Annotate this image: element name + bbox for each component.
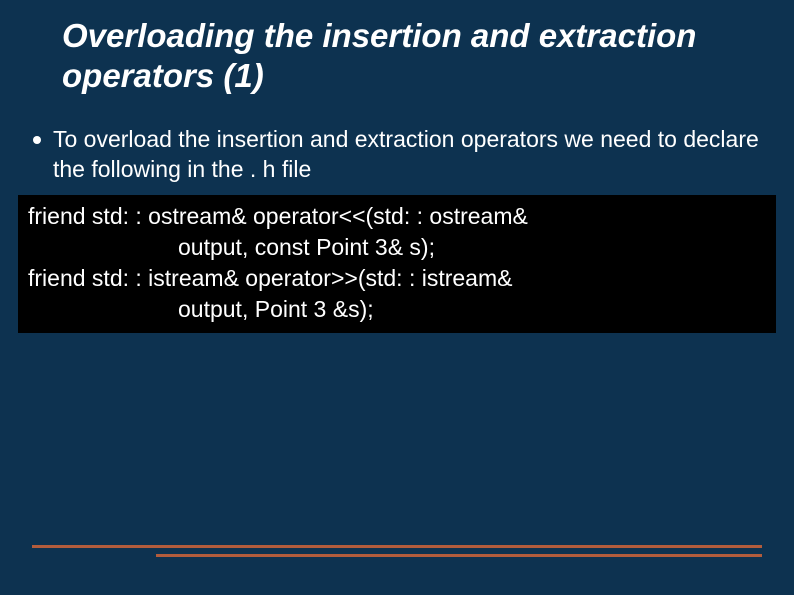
code-line: friend std: : istream& operator>>(std: :… xyxy=(28,263,766,294)
code-block: friend std: : ostream& operator<<(std: :… xyxy=(18,195,776,333)
slide-title: Overloading the insertion and extraction… xyxy=(62,16,766,95)
bullet-text: To overload the insertion and extraction… xyxy=(53,125,766,185)
bullet-item: To overload the insertion and extraction… xyxy=(28,125,766,185)
slide-footer-decoration xyxy=(32,545,762,557)
bullet-marker xyxy=(33,136,41,144)
accent-line xyxy=(32,545,762,548)
code-line: output, const Point 3& s); xyxy=(28,232,766,263)
code-line: friend std: : ostream& operator<<(std: :… xyxy=(28,201,766,232)
accent-line xyxy=(156,554,762,557)
code-line: output, Point 3 &s); xyxy=(28,294,766,325)
slide-container: Overloading the insertion and extraction… xyxy=(0,0,794,595)
